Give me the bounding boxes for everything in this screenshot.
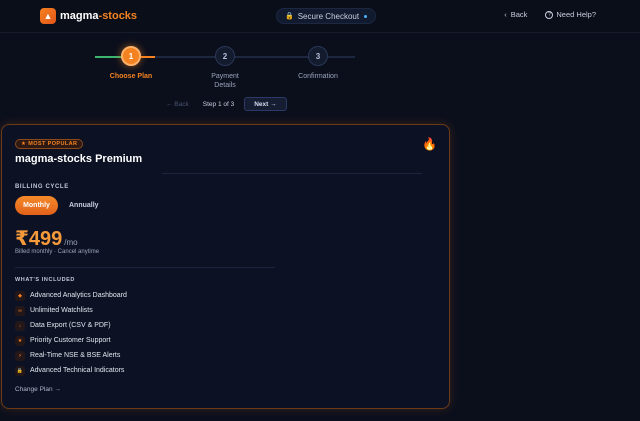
plan-card: ★ MOST POPULAR magma-stocks Premium 🔥 BI… [1,124,450,409]
step-label: Choose Plan [109,73,153,80]
billing-cycle-toggle: Monthly Annually [15,196,99,215]
analytics-icon: ◆ [15,290,25,301]
list-item: ★ Priority Customer Support [15,333,127,348]
feature-label: Real-Time NSE & BSE Alerts [30,352,121,359]
change-plan-link[interactable]: Change Plan → [15,386,61,393]
feature-label: Priority Customer Support [30,337,111,344]
feature-list: ◆ Advanced Analytics Dashboard ∞ Unlimit… [15,288,127,378]
status-dot-icon [364,14,368,18]
feature-label: Unlimited Watchlists [30,307,93,314]
next-button[interactable]: Next → [244,97,287,111]
step-counter: Step 1 of 3 [202,100,235,108]
infinity-icon: ∞ [15,305,25,316]
header-back-button[interactable]: ‹ Back [504,10,527,19]
logo-mark-icon: ▲ [40,8,56,24]
header-back-label: Back [510,10,528,19]
price-display: ₹499 /mo [15,226,78,251]
chevron-left-icon: ‹ [504,10,507,19]
monthly-option[interactable]: Monthly [15,196,58,215]
lock-icon: 🔒 [15,365,25,376]
most-popular-badge: ★ MOST POPULAR [15,139,84,149]
download-icon: ↓ [15,320,25,331]
step-label: Confirmation [298,73,338,80]
feature-label: Data Export (CSV & PDF) [30,322,111,329]
plan-title: magma-stocks Premium [15,153,143,165]
list-item: ◆ Advanced Analytics Dashboard [15,288,127,303]
header-actions: ‹ Back ? Need Help? [504,10,596,19]
list-item: ∞ Unlimited Watchlists [15,303,127,318]
secure-checkout-label: Secure Checkout [297,11,360,21]
step-payment-details[interactable]: 2 Payment Details [190,46,260,90]
need-help-button[interactable]: ? Need Help? [545,10,596,19]
annually-option[interactable]: Annually [69,202,99,209]
top-bar: ▲ magma-stocks 🔒 Secure Checkout ‹ Back … [0,0,640,33]
list-item: ↓ Data Export (CSV & PDF) [15,318,127,333]
brand-name-prefix: magma [60,10,99,22]
divider [15,267,275,268]
step-number: 3 [308,46,328,66]
lock-icon: 🔒 [285,13,294,20]
billing-note: Billed monthly · Cancel anytime [15,249,100,255]
whats-included-label: WHAT'S INCLUDED [15,277,76,283]
feature-label: Advanced Analytics Dashboard [30,292,127,299]
brand-name: magma-stocks [60,10,137,22]
step-number: 1 [121,46,141,66]
price-amount: ₹499 [15,228,63,250]
brand-logo[interactable]: ▲ magma-stocks [40,8,137,24]
help-icon: ? [545,10,554,19]
step-choose-plan[interactable]: 1 Choose Plan [96,46,166,81]
step-navigation: ← Back Step 1 of 3 Next → [166,97,287,111]
list-item: 🔒 Advanced Technical Indicators [15,363,127,378]
feature-label: Advanced Technical Indicators [30,367,125,374]
list-item: ⚡ Real-Time NSE & BSE Alerts [15,348,127,363]
step-number: 2 [215,46,235,66]
lightning-icon: ⚡ [15,350,25,361]
step-back-button[interactable]: ← Back [166,101,189,108]
billing-cycle-label: BILLING CYCLE [15,184,69,190]
flame-icon: 🔥 [422,137,437,151]
need-help-label: Need Help? [556,10,596,19]
step-confirmation[interactable]: 3 Confirmation [283,46,353,81]
brand-name-suffix: -stocks [98,10,138,22]
star-icon: ★ [15,335,25,346]
step-label: Payment Details [211,73,239,89]
price-unit: /mo [64,238,78,247]
checkout-stepper: 1 Choose Plan 2 Payment Details 3 Confir… [95,44,360,94]
secure-checkout-badge: 🔒 Secure Checkout [276,8,377,24]
divider [162,173,422,174]
